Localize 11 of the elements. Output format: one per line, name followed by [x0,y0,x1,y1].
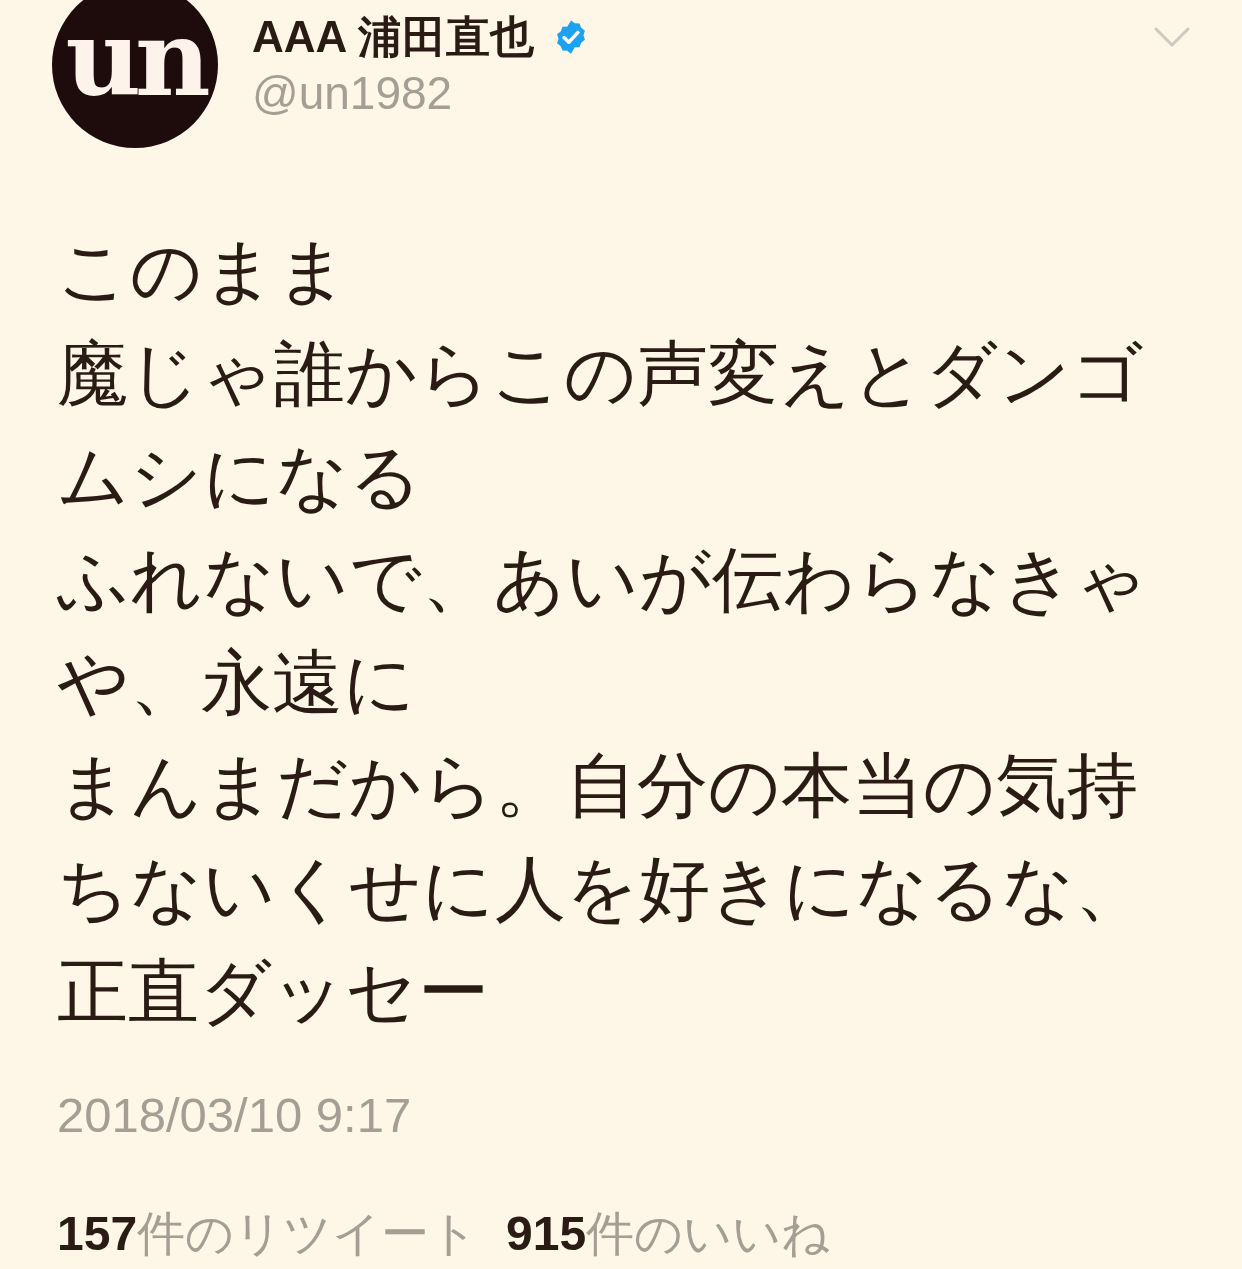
chevron-down-icon[interactable] [1154,27,1190,47]
tweet-text-line: 正直ダッセー [57,951,490,1033]
retweet-count-link[interactable]: 157件のリツイート [57,1206,479,1262]
tweet-text-line: まんまだから。自分の本当の気持ちないくせに人を好きになるな、 [57,745,1147,930]
avatar-logo[interactable]: un [52,0,218,148]
tweet-text-line: ふれないで、あいが伝わらなきゃや、永遠に [57,539,1149,724]
like-count-link[interactable]: 915件のいいね [506,1206,831,1262]
author-name[interactable]: AAA 浦田直也 [252,11,534,63]
tweet-text-line: このまま [57,230,350,312]
tweet-timestamp: 2018/03/10 9:17 [57,1087,412,1144]
tweet-text-line: 魔じゃ誰からこの声変えとダンゴムシになる [57,333,1145,518]
